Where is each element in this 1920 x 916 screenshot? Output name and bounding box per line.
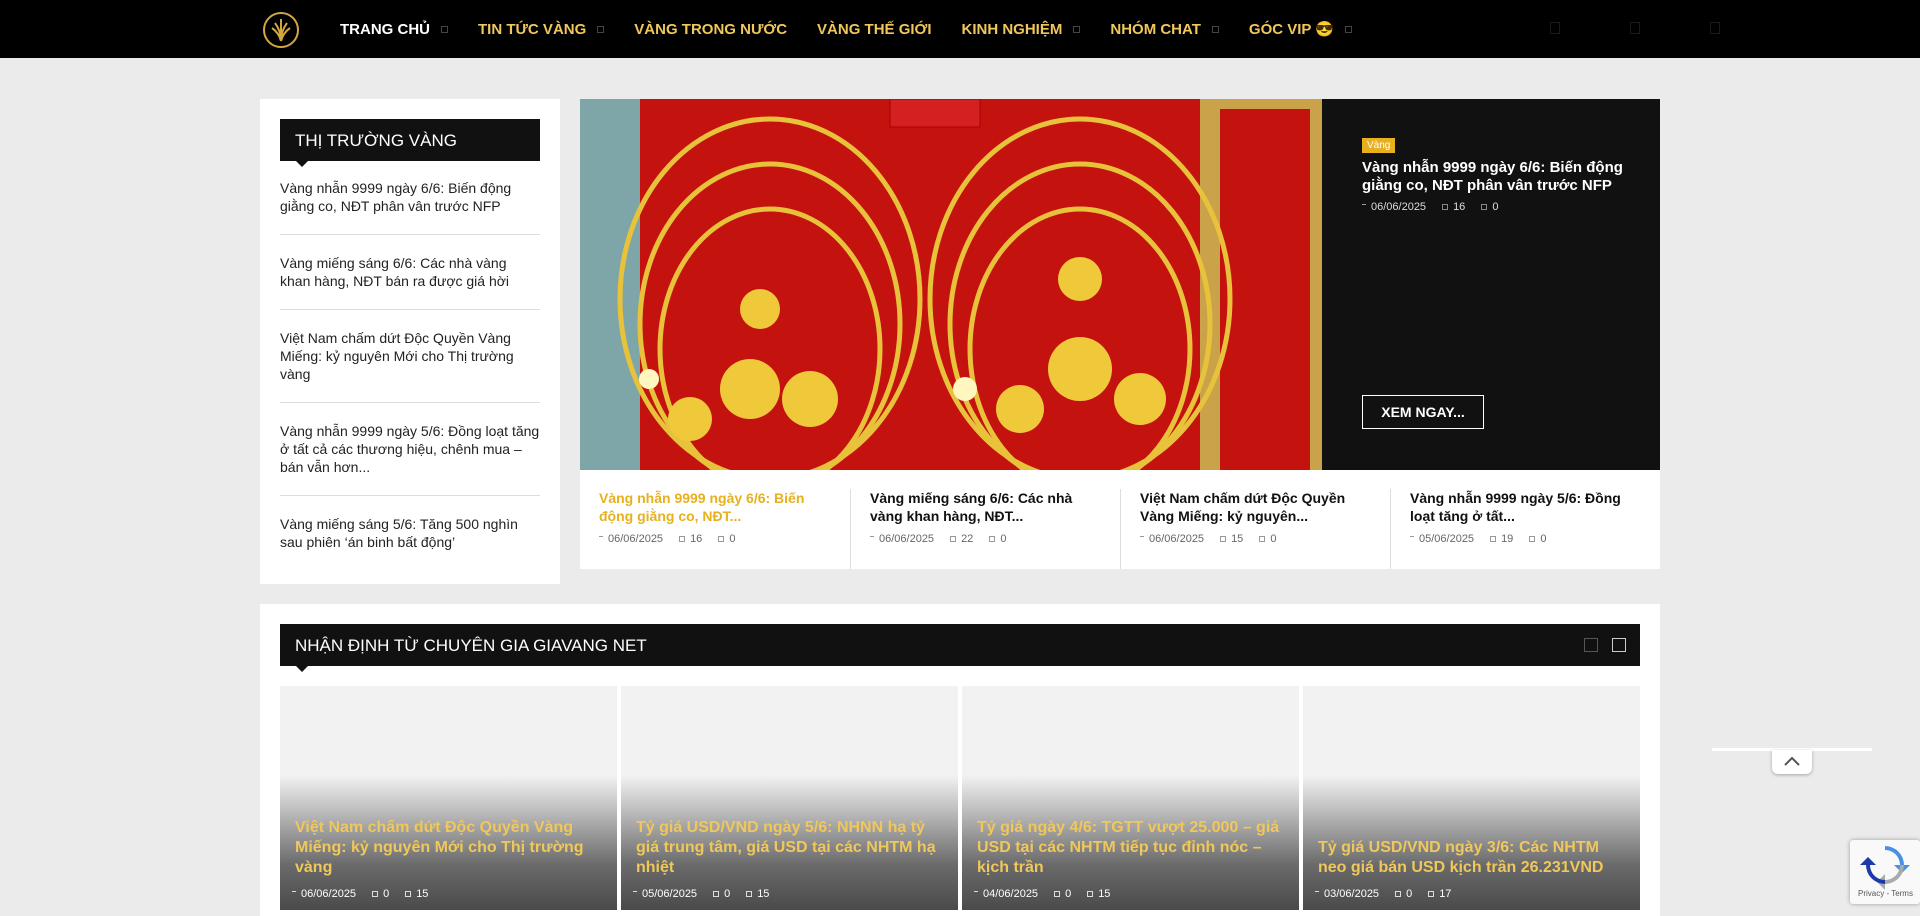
eye-icon bbox=[405, 891, 412, 897]
thumb-title[interactable]: Việt Nam chấm dứt Độc Quyền Vàng Miếng: … bbox=[1140, 489, 1372, 527]
featured-meta: 06/06/2025 16 0 bbox=[1362, 201, 1498, 213]
thumb-meta: 06/06/2025 15 0 bbox=[1140, 533, 1372, 545]
expert-header: NHẬN ĐỊNH TỪ CHUYÊN GIA GIAVANG NET bbox=[280, 624, 1640, 672]
prev-arrow-icon[interactable] bbox=[1584, 638, 1598, 652]
thumb-meta: 06/06/2025 22 0 bbox=[870, 533, 1102, 545]
featured-panel: Vàng Vàng nhẫn 9999 ngày 6/6: Biến động … bbox=[1322, 99, 1660, 470]
card-title[interactable]: Tỷ giá USD/VND ngày 5/6: NHNN hạ tỷ giá … bbox=[636, 818, 946, 878]
article-card[interactable]: Việt Nam chấm dứt Độc Quyền Vàng Miếng: … bbox=[280, 686, 617, 910]
eye-icon bbox=[1087, 891, 1094, 897]
header-icons bbox=[1550, 22, 1720, 34]
chevron-up-icon bbox=[1784, 756, 1800, 766]
nav-item-vang-the-gioi[interactable]: VÀNG THẾ GIỚI bbox=[817, 21, 931, 38]
clock-icon bbox=[1140, 535, 1144, 537]
main-menu: TRANG CHỦ TIN TỨC VÀNG VÀNG TRONG NƯỚC V… bbox=[340, 0, 1382, 58]
menu-icon[interactable] bbox=[1710, 22, 1720, 34]
slider-thumb[interactable]: Vàng nhẫn 9999 ngày 5/6: Đồng loạt tăng … bbox=[1390, 489, 1660, 569]
scroll-top-tab[interactable] bbox=[1772, 750, 1812, 774]
slider-thumb[interactable]: Việt Nam chấm dứt Độc Quyền Vàng Miếng: … bbox=[1120, 489, 1390, 569]
clock-icon bbox=[292, 890, 296, 892]
thumb-title[interactable]: Vàng nhẫn 9999 ngày 5/6: Đồng loạt tăng … bbox=[1410, 489, 1642, 527]
thumb-title[interactable]: Vàng nhẫn 9999 ngày 6/6: Biến động giằng… bbox=[599, 489, 832, 527]
sidebar-gold-market: THỊ TRƯỜNG VÀNG Vàng nhẫn 9999 ngày 6/6:… bbox=[260, 99, 560, 584]
sidebar-item[interactable]: Việt Nam chấm dứt Độc Quyền Vàng Miếng: … bbox=[280, 329, 540, 403]
card-title[interactable]: Tỷ giá ngày 4/6: TGTT vượt 25.000 – giá … bbox=[977, 818, 1287, 878]
featured-slider: Vàng Vàng nhẫn 9999 ngày 6/6: Biến động … bbox=[580, 99, 1660, 569]
user-icon[interactable] bbox=[1630, 22, 1640, 34]
comment-icon bbox=[713, 891, 720, 897]
recaptcha-links[interactable]: Privacy - Terms bbox=[1858, 889, 1913, 898]
site-logo[interactable] bbox=[262, 11, 300, 49]
eye-icon bbox=[950, 536, 957, 542]
article-card[interactable]: Tỷ giá USD/VND ngày 5/6: NHNN hạ tỷ giá … bbox=[621, 686, 958, 910]
nav-item-tin-tuc-vang[interactable]: TIN TỨC VÀNG bbox=[478, 21, 605, 38]
clock-icon bbox=[870, 535, 874, 537]
expert-section: NHẬN ĐỊNH TỪ CHUYÊN GIA GIAVANG NET Việt… bbox=[260, 604, 1660, 916]
article-card[interactable]: Tỷ giá USD/VND ngày 3/6: Các NHTM neo gi… bbox=[1303, 686, 1640, 910]
nav-item-kinh-nghiem[interactable]: KINH NGHIỆM bbox=[962, 21, 1081, 38]
eye-icon bbox=[746, 891, 753, 897]
recaptcha-icon bbox=[1860, 846, 1910, 890]
thumb-meta: 05/06/2025 19 0 bbox=[1410, 533, 1642, 545]
comment-icon bbox=[1529, 536, 1536, 542]
sidebar-title: THỊ TRƯỜNG VÀNG bbox=[280, 119, 540, 167]
category-tag[interactable]: Vàng bbox=[1362, 138, 1396, 153]
eye-icon bbox=[1428, 891, 1435, 897]
clock-icon bbox=[1362, 203, 1366, 205]
search-icon[interactable] bbox=[1550, 22, 1560, 34]
expert-cards: Việt Nam chấm dứt Độc Quyền Vàng Miếng: … bbox=[280, 686, 1640, 910]
eye-icon bbox=[679, 536, 686, 542]
comment-icon bbox=[718, 536, 725, 542]
slider-thumb[interactable]: Vàng miếng sáng 6/6: Các nhà vàng khan h… bbox=[850, 489, 1120, 569]
card-meta: 05/06/2025 0 15 bbox=[633, 888, 769, 900]
sidebar-item[interactable]: Vàng miếng sáng 6/6: Các nhà vàng khan h… bbox=[280, 254, 540, 310]
clock-icon bbox=[1410, 535, 1414, 537]
comment-icon bbox=[1395, 891, 1402, 897]
featured-title[interactable]: Vàng nhẫn 9999 ngày 6/6: Biến động giằng… bbox=[1362, 159, 1632, 195]
chevron-down-icon bbox=[1345, 25, 1352, 33]
card-title[interactable]: Việt Nam chấm dứt Độc Quyền Vàng Miếng: … bbox=[295, 818, 605, 878]
comment-icon bbox=[372, 891, 379, 897]
eye-icon bbox=[1442, 204, 1449, 210]
chevron-down-icon bbox=[1211, 25, 1219, 33]
thumb-title[interactable]: Vàng miếng sáng 6/6: Các nhà vàng khan h… bbox=[870, 489, 1102, 527]
card-meta: 04/06/2025 0 15 bbox=[974, 888, 1110, 900]
nav-item-goc-vip[interactable]: GÓC VIP 😎 bbox=[1249, 20, 1352, 38]
comment-icon bbox=[1054, 891, 1061, 897]
card-meta: 03/06/2025 0 17 bbox=[1315, 888, 1451, 900]
article-card[interactable]: Tỷ giá ngày 4/6: TGTT vượt 25.000 – giá … bbox=[962, 686, 1299, 910]
nav-item-nhom-chat[interactable]: NHÓM CHAT bbox=[1110, 21, 1219, 38]
sidebar-list: Vàng nhẫn 9999 ngày 6/6: Biến động giằng… bbox=[280, 179, 540, 589]
clock-icon bbox=[1315, 890, 1319, 892]
comment-icon bbox=[989, 536, 996, 542]
sidebar-item[interactable]: Vàng nhẫn 9999 ngày 6/6: Biến động giằng… bbox=[280, 179, 540, 235]
section-title: NHẬN ĐỊNH TỪ CHUYÊN GIA GIAVANG NET bbox=[295, 636, 647, 655]
nav-item-vang-trong-nuoc[interactable]: VÀNG TRONG NƯỚC bbox=[634, 21, 787, 38]
top-navbar: TRANG CHỦ TIN TỨC VÀNG VÀNG TRONG NƯỚC V… bbox=[0, 0, 1920, 58]
card-title[interactable]: Tỷ giá USD/VND ngày 3/6: Các NHTM neo gi… bbox=[1318, 838, 1628, 878]
comment-icon bbox=[1481, 204, 1488, 210]
sidebar-item[interactable]: Vàng miếng sáng 5/6: Tăng 500 nghìn sau … bbox=[280, 515, 540, 570]
nav-item-trang-chu[interactable]: TRANG CHỦ bbox=[340, 21, 448, 38]
next-arrow-icon[interactable] bbox=[1612, 638, 1626, 652]
chevron-down-icon bbox=[1073, 25, 1081, 33]
chevron-down-icon bbox=[597, 25, 605, 33]
carousel-arrows bbox=[1584, 638, 1626, 652]
thumb-meta: 06/06/2025 16 0 bbox=[599, 533, 832, 545]
clock-icon bbox=[974, 890, 978, 892]
sidebar-item[interactable]: Vàng nhẫn 9999 ngày 5/6: Đồng loạt tăng … bbox=[280, 422, 540, 496]
comment-icon bbox=[1259, 536, 1266, 542]
eye-icon bbox=[1490, 536, 1497, 542]
scroll-to-top[interactable] bbox=[1712, 748, 1872, 774]
chevron-down-icon bbox=[441, 25, 448, 33]
card-meta: 06/06/2025 0 15 bbox=[292, 888, 428, 900]
clock-icon bbox=[599, 535, 603, 537]
slider-thumb[interactable]: Vàng nhẫn 9999 ngày 6/6: Biến động giằng… bbox=[580, 489, 850, 569]
slider-thumbnails: Vàng nhẫn 9999 ngày 6/6: Biến động giằng… bbox=[580, 470, 1660, 569]
recaptcha-badge[interactable]: Privacy - Terms bbox=[1850, 840, 1920, 904]
read-more-button[interactable]: XEM NGAY... bbox=[1362, 395, 1484, 429]
featured-image[interactable] bbox=[580, 99, 1322, 470]
clock-icon bbox=[633, 890, 637, 892]
eye-icon bbox=[1220, 536, 1227, 542]
